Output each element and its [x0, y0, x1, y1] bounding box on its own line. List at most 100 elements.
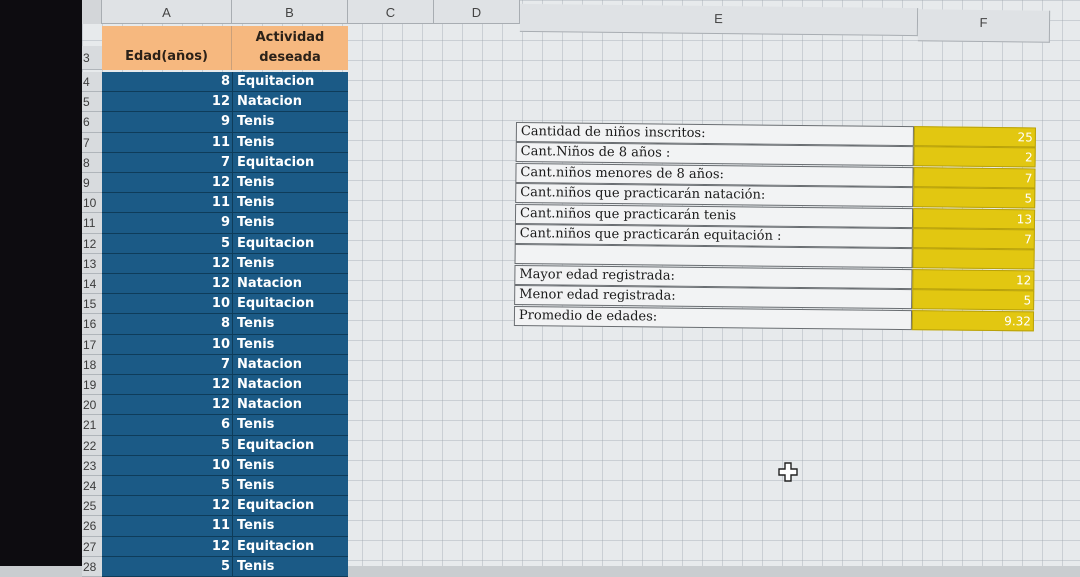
column-header-b[interactable]: B	[232, 0, 348, 24]
table-row: 9 Tenis	[102, 112, 348, 133]
row-header[interactable]: 11	[82, 213, 102, 234]
row-header[interactable]: 8	[82, 152, 102, 173]
summary-value[interactable]	[912, 248, 1035, 270]
activity-cell[interactable]: Tenis	[232, 455, 348, 475]
summary-value[interactable]: 25	[913, 126, 1036, 148]
age-cell[interactable]: 9	[102, 213, 232, 233]
activity-cell[interactable]: Tenis	[232, 112, 348, 132]
age-cell[interactable]: 10	[102, 455, 232, 475]
age-cell[interactable]: 7	[102, 354, 232, 374]
activity-cell[interactable]: Natacion	[232, 395, 348, 415]
activity-cell[interactable]: Natacion	[232, 375, 348, 395]
column-header-e[interactable]: E	[519, 3, 919, 37]
column-header-c[interactable]: C	[348, 0, 434, 24]
row-header[interactable]: 12	[82, 233, 102, 254]
select-all-corner[interactable]	[82, 0, 102, 24]
row-header-3[interactable]: 3	[82, 46, 102, 70]
row-header[interactable]: 26	[82, 516, 102, 537]
row-header[interactable]: 28	[82, 556, 102, 577]
activity-cell[interactable]: Tenis	[232, 173, 348, 193]
row-header[interactable]: 25	[82, 496, 102, 517]
summary-value[interactable]: 9.32	[911, 309, 1035, 332]
row-header[interactable]: 20	[82, 395, 102, 416]
age-cell[interactable]: 11	[102, 132, 232, 152]
age-cell[interactable]: 10	[102, 294, 232, 314]
activity-cell[interactable]: Natacion	[232, 92, 348, 112]
age-cell[interactable]: 5	[102, 435, 232, 455]
row-header[interactable]: 23	[82, 455, 102, 476]
activity-cell[interactable]: Equitacion	[232, 152, 348, 172]
row-header[interactable]: 17	[82, 334, 102, 355]
column-header-a[interactable]: A	[102, 0, 232, 24]
row-header[interactable]: 24	[82, 476, 102, 497]
table-row: 7 Equitacion	[102, 152, 348, 173]
age-cell[interactable]: 12	[102, 496, 232, 516]
row-header[interactable]: 4	[82, 72, 102, 93]
age-cell[interactable]: 5	[102, 476, 232, 496]
activity-cell[interactable]: Tenis	[232, 415, 348, 435]
summary-value[interactable]: 7	[913, 166, 1036, 189]
header-cell-actividad[interactable]: Actividad deseada	[232, 26, 348, 70]
activity-cell[interactable]: Equitacion	[232, 536, 348, 556]
summary-value[interactable]: 5	[912, 289, 1035, 311]
activity-cell[interactable]: Natacion	[232, 354, 348, 374]
row-header[interactable]: 22	[82, 435, 102, 456]
age-cell[interactable]: 7	[102, 152, 232, 172]
activity-cell[interactable]: Tenis	[232, 314, 348, 334]
age-cell[interactable]: 12	[102, 173, 232, 193]
row-header[interactable]: 14	[82, 274, 102, 295]
activity-cell[interactable]: Tenis	[232, 213, 348, 233]
row-header[interactable]: 6	[82, 112, 102, 133]
activity-cell[interactable]: Tenis	[232, 193, 348, 213]
row-header[interactable]: 13	[82, 253, 102, 274]
summary-value[interactable]: 7	[912, 228, 1035, 250]
activity-cell[interactable]: Equitacion	[232, 72, 348, 92]
activity-cell[interactable]: Tenis	[232, 253, 348, 273]
row-header[interactable]: 5	[82, 92, 102, 113]
age-cell[interactable]: 11	[102, 193, 232, 213]
row-header[interactable]: 18	[82, 354, 102, 375]
activity-cell[interactable]: Equitacion	[232, 496, 348, 516]
row-header[interactable]: 27	[82, 536, 102, 557]
age-cell[interactable]: 5	[102, 233, 232, 253]
age-cell[interactable]: 12	[102, 395, 232, 415]
summary-value[interactable]: 2	[913, 146, 1036, 168]
row-header[interactable]: 16	[82, 314, 102, 335]
column-header-d[interactable]: D	[434, 0, 520, 24]
age-cell[interactable]: 5	[102, 556, 232, 576]
row-header[interactable]: 15	[82, 294, 102, 315]
age-cell[interactable]: 12	[102, 253, 232, 273]
row-header[interactable]: 19	[82, 375, 102, 396]
column-header-f[interactable]: F	[917, 9, 1051, 43]
age-cell[interactable]: 10	[102, 334, 232, 354]
summary-value[interactable]: 12	[912, 268, 1035, 291]
summary-value[interactable]: 13	[912, 207, 1036, 230]
age-cell[interactable]: 12	[102, 274, 232, 294]
activity-cell[interactable]: Equitacion	[232, 233, 348, 253]
activity-cell[interactable]: Equitacion	[232, 294, 348, 314]
table-row: 10 Equitacion	[102, 294, 348, 315]
age-cell[interactable]: 12	[102, 536, 232, 556]
row-header[interactable]: 21	[82, 415, 102, 436]
age-cell[interactable]: 9	[102, 112, 232, 132]
activity-cell[interactable]: Natacion	[232, 274, 348, 294]
row-header[interactable]: 10	[82, 193, 102, 214]
age-cell[interactable]: 8	[102, 72, 232, 92]
age-cell[interactable]: 12	[102, 375, 232, 395]
summary-label[interactable]: Promedio de edades:	[513, 305, 913, 330]
activity-cell[interactable]: Tenis	[232, 334, 348, 354]
activity-cell[interactable]: Tenis	[232, 132, 348, 152]
age-cell[interactable]: 12	[102, 92, 232, 112]
row-header[interactable]: 7	[82, 132, 102, 153]
activity-cell[interactable]: Tenis	[232, 516, 348, 536]
summary-value[interactable]: 5	[913, 187, 1036, 209]
activity-cell[interactable]: Equitacion	[232, 435, 348, 455]
activity-cell[interactable]: Tenis	[232, 476, 348, 496]
row-header[interactable]: 9	[82, 173, 102, 194]
age-cell[interactable]: 11	[102, 516, 232, 536]
header-cell-edad[interactable]: Edad(años)	[102, 26, 232, 70]
age-cell[interactable]: 6	[102, 415, 232, 435]
header-edad-label: Edad(años)	[125, 49, 208, 64]
age-cell[interactable]: 8	[102, 314, 232, 334]
activity-cell[interactable]: Tenis	[232, 556, 348, 576]
